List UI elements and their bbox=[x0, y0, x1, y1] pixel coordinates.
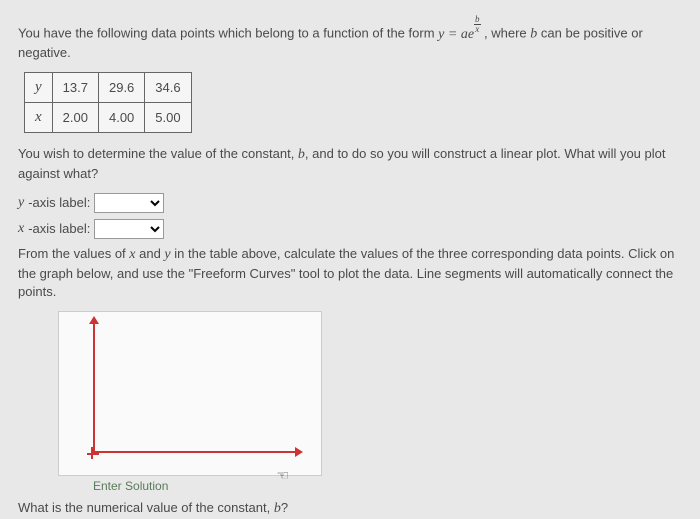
x-arrow-icon bbox=[295, 447, 303, 457]
plot-axes bbox=[65, 316, 315, 471]
intro-text-b: , where bbox=[484, 26, 530, 41]
data-table: y 13.7 29.6 34.6 x 2.00 4.00 5.00 bbox=[24, 72, 192, 133]
origin-tick-x bbox=[91, 447, 93, 459]
table-cell: 29.6 bbox=[98, 73, 144, 103]
origin-tick-y bbox=[87, 453, 99, 455]
instruction-plot: From the values of x and y in the table … bbox=[18, 245, 682, 301]
x-axis-label-text: -axis label: bbox=[28, 220, 90, 238]
intro-text-a: You have the following data points which… bbox=[18, 26, 438, 41]
table-cell: 34.6 bbox=[145, 73, 191, 103]
x-axis-selector-row: x-axis label: bbox=[18, 219, 682, 239]
formula: y = aebx bbox=[438, 27, 484, 42]
x-axis-var: x bbox=[18, 219, 24, 239]
x-axis-line bbox=[93, 451, 297, 453]
table-cell: 4.00 bbox=[98, 103, 144, 133]
y-axis-line bbox=[93, 321, 95, 453]
y-axis-select[interactable] bbox=[94, 193, 164, 213]
instruction-construct: You wish to determine the value of the c… bbox=[18, 145, 682, 183]
exponent-fraction: bx bbox=[474, 15, 481, 34]
y-axis-selector-row: y-axis label: bbox=[18, 193, 682, 213]
table-cell: 2.00 bbox=[52, 103, 98, 133]
hand-cursor-icon: ☜ bbox=[276, 466, 289, 486]
intro-paragraph: You have the following data points which… bbox=[18, 15, 682, 62]
final-question: What is the numerical value of the const… bbox=[18, 499, 682, 519]
table-row: y 13.7 29.6 34.6 bbox=[25, 73, 192, 103]
row-header-x: x bbox=[25, 103, 53, 133]
y-axis-label-text: -axis label: bbox=[28, 194, 90, 212]
enter-solution-link[interactable]: Enter Solution bbox=[93, 478, 682, 495]
x-axis-select[interactable] bbox=[94, 219, 164, 239]
y-axis-var: y bbox=[18, 193, 24, 213]
table-row: x 2.00 4.00 5.00 bbox=[25, 103, 192, 133]
plot-canvas[interactable]: ☜ bbox=[58, 311, 322, 476]
table-cell: 5.00 bbox=[145, 103, 191, 133]
row-header-y: y bbox=[25, 73, 53, 103]
table-cell: 13.7 bbox=[52, 73, 98, 103]
